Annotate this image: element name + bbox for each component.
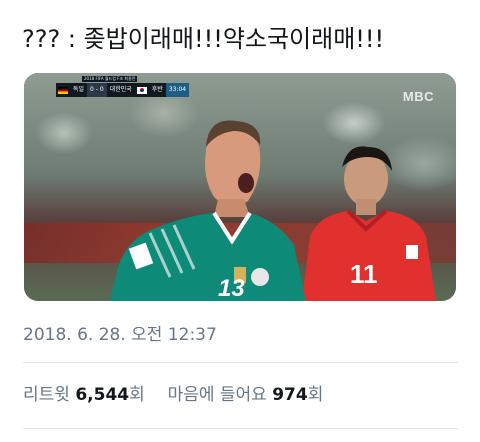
likes-unit: 회: [307, 385, 324, 405]
scoreboard-clock: 33:04: [165, 83, 190, 97]
korea-flag-icon: [136, 86, 147, 94]
broadcast-scoreboard: 2018 FIFA 월드컵 F조 최종전 독일 0 - 0 대한민국 후반 33…: [56, 76, 190, 97]
retweets-stat[interactable]: 리트윗 6,544회: [23, 385, 150, 405]
divider-top: [23, 362, 458, 363]
retweets-count: 6,544: [75, 385, 130, 405]
scoreboard-half: 후반: [151, 86, 163, 93]
player-green-figure: [110, 120, 306, 301]
likes-label: 마음에 들어요: [167, 385, 267, 405]
likes-stat[interactable]: 마음에 들어요 974회: [168, 385, 324, 405]
broadcaster-logo: MBC: [402, 89, 434, 104]
tweet-stats: 리트윗 6,544회 마음에 들어요 974회: [23, 380, 323, 405]
player-green-jersey: 13: [110, 117, 320, 301]
player-right-number: 11: [350, 259, 378, 289]
tweet-timestamp[interactable]: 2018. 6. 28. 오전 12:37: [23, 320, 217, 345]
tweet-media-image[interactable]: 2018 FIFA 월드컵 F조 최종전 독일 0 - 0 대한민국 후반 33…: [24, 73, 456, 301]
tweet-text: ??? : 좆밥이래매!!!약소국이래매!!!: [22, 25, 385, 53]
divider-bottom: [23, 428, 458, 429]
retweets-unit: 회: [129, 385, 145, 405]
scoreboard-team-left: 독일: [73, 86, 85, 93]
retweets-label: 리트윗: [23, 385, 70, 405]
scoreboard-score: 0 - 0: [87, 83, 107, 97]
scoreboard-team-right: 대한민국: [109, 86, 132, 93]
player-left-number: 13: [218, 275, 245, 301]
likes-count: 974: [272, 385, 308, 405]
germany-flag-icon: [58, 86, 68, 94]
scoreboard-competition: 2018 FIFA 월드컵 F조 최종전: [82, 76, 138, 82]
